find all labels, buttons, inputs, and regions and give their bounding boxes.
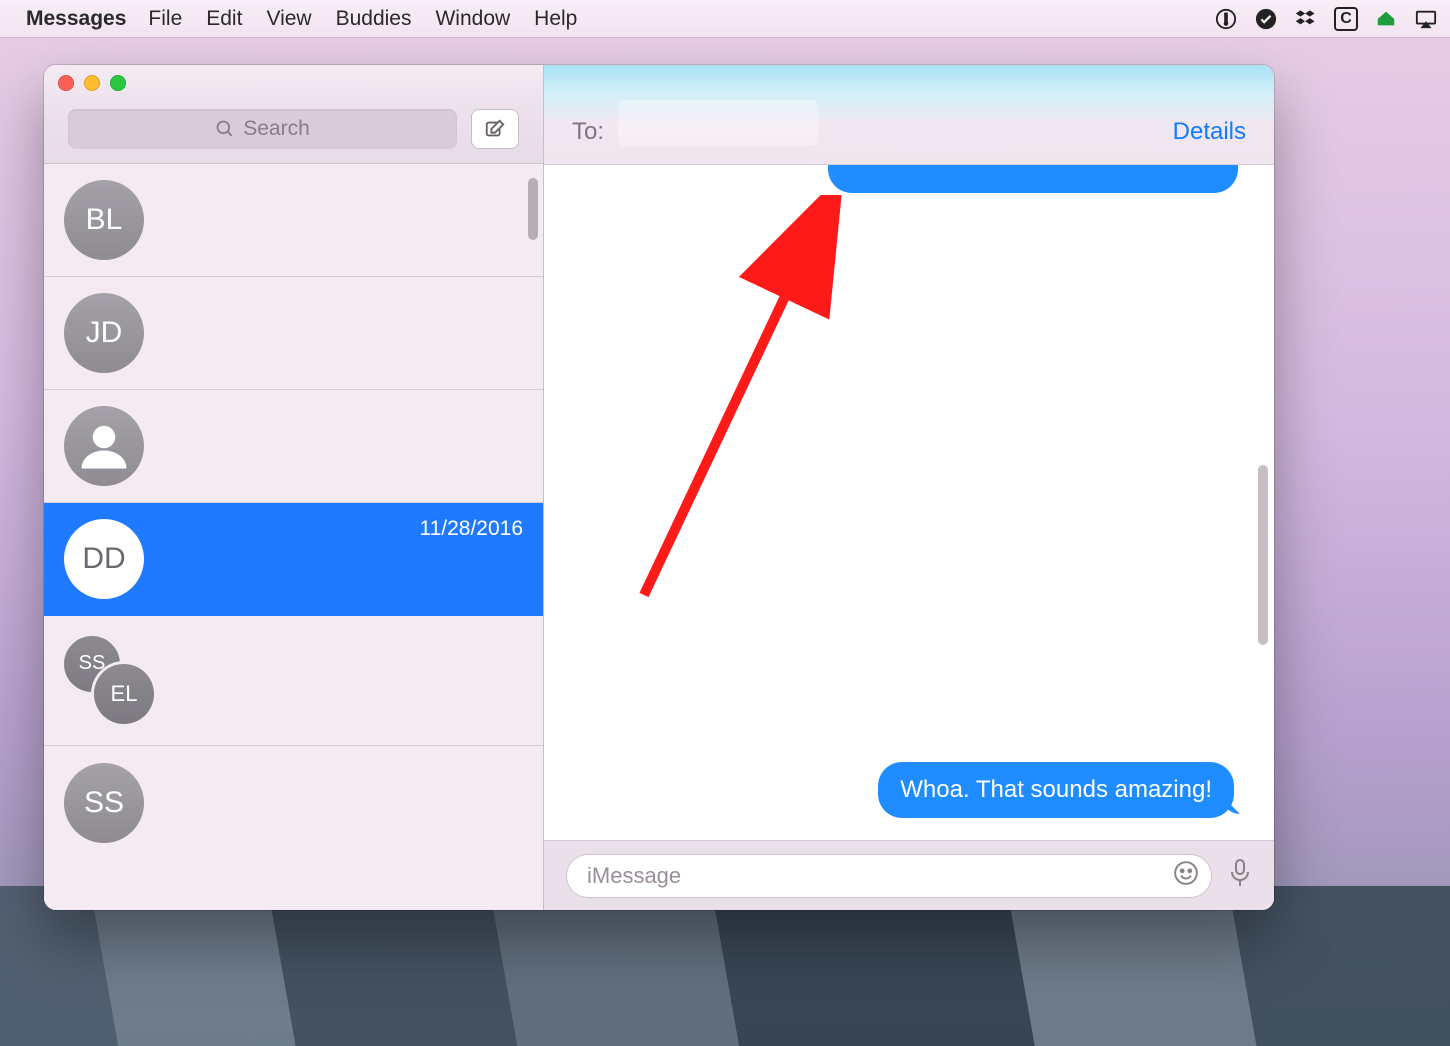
search-input[interactable]: Search <box>68 109 457 149</box>
conversation-sidebar: Search BL JD DD 11/28/2016 <box>44 65 544 910</box>
conversation-list: BL JD DD 11/28/2016 SS EL SS <box>44 164 543 910</box>
conversation-row[interactable]: SS <box>44 746 543 859</box>
conversation-pane: To: Details Whoa. That sounds amazing! i… <box>544 65 1274 910</box>
desktop-background-mountains <box>0 886 1450 1046</box>
conversation-header: To: Details <box>544 65 1274 165</box>
conversation-row[interactable] <box>44 390 543 503</box>
menubar-backup-icon[interactable] <box>1374 7 1398 31</box>
compose-bar: iMessage <box>544 840 1274 910</box>
menu-window[interactable]: Window <box>435 7 510 31</box>
emoji-picker-icon[interactable] <box>1173 860 1199 892</box>
sidebar-toolbar: Search <box>44 100 543 164</box>
menu-view[interactable]: View <box>266 7 311 31</box>
macos-menubar: Messages File Edit View Buddies Window H… <box>0 0 1450 38</box>
app-menu[interactable]: Messages <box>26 7 126 31</box>
menubar-dropbox-icon[interactable] <box>1294 7 1318 31</box>
conversation-row[interactable]: JD <box>44 277 543 390</box>
thread-scrollbar[interactable] <box>1258 465 1268 645</box>
window-close-button[interactable] <box>58 75 74 91</box>
sent-message-bubble: Whoa. That sounds amazing! <box>878 762 1234 818</box>
menubar-1password-icon[interactable] <box>1214 7 1238 31</box>
menubar-c-icon[interactable]: C <box>1334 7 1358 31</box>
details-button[interactable]: Details <box>1173 118 1246 146</box>
menu-help[interactable]: Help <box>534 7 577 31</box>
annotation-arrow-icon <box>604 195 884 615</box>
avatar: SS <box>64 763 144 843</box>
search-icon <box>215 119 235 139</box>
avatar: JD <box>64 293 144 373</box>
conversation-row-selected[interactable]: DD 11/28/2016 <box>44 503 543 616</box>
window-zoom-button[interactable] <box>110 75 126 91</box>
to-label: To: <box>572 118 604 146</box>
menu-edit[interactable]: Edit <box>206 7 242 31</box>
messages-window: Search BL JD DD 11/28/2016 <box>44 65 1274 910</box>
window-titlebar <box>44 65 543 100</box>
conversation-row[interactable]: BL <box>44 164 543 277</box>
message-input[interactable]: iMessage <box>566 854 1212 898</box>
menubar-check-icon[interactable] <box>1254 7 1278 31</box>
search-placeholder: Search <box>243 117 310 141</box>
message-placeholder: iMessage <box>587 863 681 889</box>
message-text: Whoa. That sounds amazing! <box>900 776 1212 803</box>
avatar: BL <box>64 180 144 260</box>
avatar: DD <box>64 519 144 599</box>
microphone-icon[interactable] <box>1228 858 1252 893</box>
conversation-date: 11/28/2016 <box>419 517 523 541</box>
sent-message-bubble-partial <box>828 165 1238 193</box>
message-thread[interactable]: Whoa. That sounds amazing! <box>544 165 1274 840</box>
avatar-silhouette-icon <box>64 406 144 486</box>
menu-buddies[interactable]: Buddies <box>336 7 412 31</box>
recipient-field[interactable] <box>618 100 818 146</box>
conversation-row-group[interactable]: SS EL <box>44 616 543 746</box>
menu-file[interactable]: File <box>148 7 182 31</box>
avatar: EL <box>94 664 154 724</box>
menubar-airplay-icon[interactable] <box>1414 7 1438 31</box>
group-avatar: SS EL <box>64 636 154 726</box>
compose-new-message-button[interactable] <box>471 109 519 149</box>
window-minimize-button[interactable] <box>84 75 100 91</box>
